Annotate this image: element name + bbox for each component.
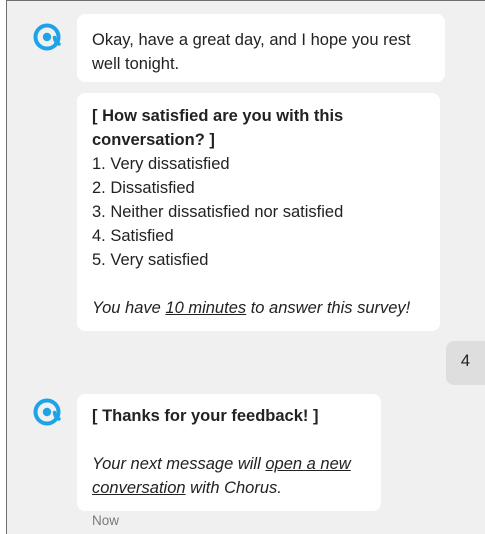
bot-message-survey: [ How satisfied are you with this conver… bbox=[77, 93, 440, 331]
survey-option-2: 2. Dissatisfied bbox=[92, 179, 195, 197]
bot-message-farewell: Okay, have a great day, and I hope you r… bbox=[77, 14, 445, 82]
thanks-body: Your next message will open a new conver… bbox=[92, 452, 367, 500]
survey-footer-suffix: to answer this survey! bbox=[246, 299, 411, 317]
thanks-title: [ Thanks for your feedback! ] bbox=[92, 407, 319, 425]
survey-footer: You have 10 minutes to answer this surve… bbox=[92, 296, 426, 320]
user-reply-text: 4 bbox=[460, 352, 471, 370]
thanks-body-prefix: Your next message will bbox=[92, 455, 266, 473]
bot-message-thanks: [ Thanks for your feedback! ] Your next … bbox=[77, 394, 381, 511]
chorus-logo-icon bbox=[33, 23, 61, 51]
survey-option-4: 4. Satisfied bbox=[92, 227, 174, 245]
chorus-logo-icon bbox=[33, 398, 61, 426]
survey-footer-prefix: You have bbox=[92, 299, 166, 317]
farewell-text: Okay, have a great day, and I hope you r… bbox=[92, 31, 411, 73]
thanks-body-suffix: with Chorus. bbox=[185, 479, 282, 497]
survey-option-5: 5. Very satisfied bbox=[92, 251, 209, 269]
survey-option-1: 1. Very dissatisfied bbox=[92, 155, 230, 173]
user-message: 4 bbox=[446, 341, 485, 385]
survey-title: [ How satisfied are you with this conver… bbox=[92, 107, 344, 149]
message-timestamp: Now bbox=[92, 513, 120, 528]
survey-time-limit: 10 minutes bbox=[165, 299, 247, 317]
survey-option-3: 3. Neither dissatisfied nor satisfied bbox=[92, 203, 344, 221]
